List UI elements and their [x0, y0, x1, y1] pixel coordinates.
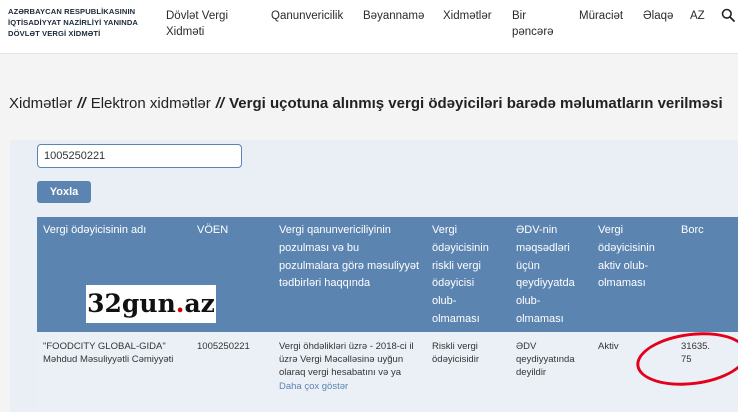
- column-header-violations: Vergi qanunvericiliyinin pozulması və bu…: [279, 224, 420, 290]
- nav-label: Xidmətlər: [443, 10, 492, 22]
- nav-label: Müraciət: [579, 10, 624, 22]
- nav-label: Bəyannamə: [363, 10, 425, 22]
- nav-label: AZ: [690, 10, 705, 22]
- nav-label: Bir: [512, 10, 527, 22]
- column-header-debt: Borc: [681, 224, 704, 236]
- logo[interactable]: AZƏRBAYCAN RESPUBLİKASININ İQTİSADİYYAT …: [8, 6, 158, 39]
- breadcrumb-current: Vergi uçotuna alınmış vergi ödəyiciləri …: [229, 95, 723, 112]
- nav-item-dovlet-vergi-xidmeti[interactable]: Dövlət Vergi Xidməti: [166, 8, 228, 40]
- watermark-suffix: az: [184, 289, 215, 318]
- breadcrumb-item-xidmetler[interactable]: Xidmətlər: [9, 95, 72, 112]
- column-header-voen: VÖEN: [197, 224, 229, 236]
- breadcrumb-item-elektron-xidmetler[interactable]: Elektron xidmətlər: [91, 95, 211, 112]
- site-header: AZƏRBAYCAN RESPUBLİKASININ İQTİSADİYYAT …: [0, 0, 738, 54]
- nav-label: Dövlət Vergi: [166, 10, 229, 22]
- nav-item-beyanname[interactable]: Bəyannamə: [363, 8, 424, 24]
- logo-line: İQTİSADİYYAT NAZİRLİYİ YANINDA: [8, 18, 139, 27]
- check-button[interactable]: Yoxla: [37, 181, 91, 203]
- nav-item-bir-pencere[interactable]: Bir pəncərə: [512, 8, 554, 40]
- violations-text: Vergi öhdəlikləri üzrə - 2018-ci il üzrə…: [279, 341, 414, 379]
- cell-risky: Riskli vergi ödəyicisidir: [432, 341, 479, 366]
- nav-item-xidmetler[interactable]: Xidmətlər: [443, 8, 492, 24]
- nav-label: Qanunvericilik: [271, 10, 344, 22]
- cell-vat: ƏDV qeydiyyatında deyildir: [516, 341, 575, 379]
- column-header-risky: Vergi ödəyicisinin riskli vergi ödəyicis…: [432, 224, 489, 325]
- nav-item-elaqe[interactable]: Əlaqə: [643, 8, 673, 24]
- breadcrumb-separator: //: [215, 95, 225, 112]
- watermark-text: 32gun: [87, 289, 176, 318]
- nav-label: Xidməti: [166, 26, 205, 38]
- nav-label: Əlaqə: [643, 10, 674, 22]
- column-header-active: Vergi ödəyicisinin aktiv olub-olmaması: [598, 224, 655, 290]
- column-header-name: Vergi ödəyicisinin adı: [43, 224, 147, 236]
- voen-input[interactable]: [37, 144, 242, 168]
- cell-voen: 1005250221: [197, 341, 250, 352]
- language-switch[interactable]: AZ: [690, 8, 705, 24]
- show-more-link[interactable]: Daha çox göstər: [279, 380, 423, 393]
- search-icon[interactable]: [721, 8, 735, 22]
- logo-line: DÖVLƏT VERGİ XİDMƏTİ: [8, 29, 101, 38]
- cell-violations: Vergi öhdəlikləri üzrə - 2018-ci il üzrə…: [279, 340, 423, 393]
- breadcrumb-separator: //: [77, 95, 86, 112]
- nav-label: pəncərə: [512, 26, 554, 38]
- breadcrumb: Xidmətlər//Elektron xidmətlər//Vergi uço…: [9, 95, 738, 112]
- nav-item-qanunvericilik[interactable]: Qanunvericilik: [271, 8, 343, 24]
- logo-line: AZƏRBAYCAN RESPUBLİKASININ: [8, 7, 136, 16]
- column-header-vat: ƏDV-nin məqsədləri üçün qeydiyyatda olub…: [516, 224, 575, 325]
- nav-item-muraciet[interactable]: Müraciət: [579, 8, 623, 24]
- watermark-logo: 32gun.az: [86, 285, 216, 323]
- cell-taxpayer-name: "FOODCITY GLOBAL-GIDA" Məhdud Məsuliyyət…: [43, 341, 174, 366]
